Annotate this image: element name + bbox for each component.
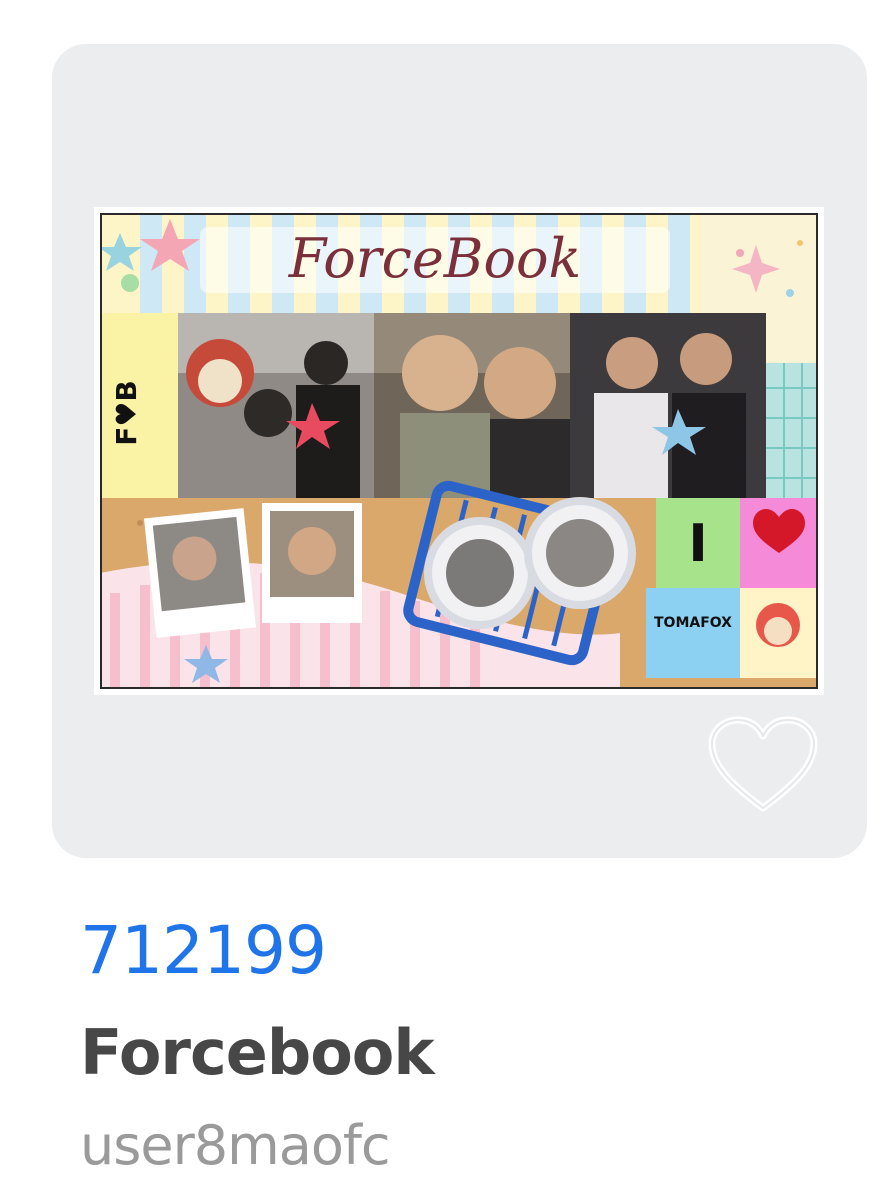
banner-text: ForceBook bbox=[288, 227, 581, 290]
side-label: F♥B bbox=[110, 380, 143, 446]
favorite-button[interactable] bbox=[708, 716, 818, 816]
tag-text: TOMAFOX bbox=[654, 615, 732, 631]
item-username: user8maofc bbox=[80, 1114, 391, 1177]
thumbnail-collage: ForceBook F♥B I TOMAFOX bbox=[100, 213, 818, 689]
puzzle-letter: I bbox=[688, 514, 707, 574]
item-title: Forcebook bbox=[80, 1016, 435, 1089]
heart-outline-icon bbox=[708, 716, 818, 812]
item-thumbnail[interactable]: ForceBook F♥B I TOMAFOX bbox=[94, 207, 824, 695]
item-code-link[interactable]: 712199 bbox=[80, 912, 327, 989]
